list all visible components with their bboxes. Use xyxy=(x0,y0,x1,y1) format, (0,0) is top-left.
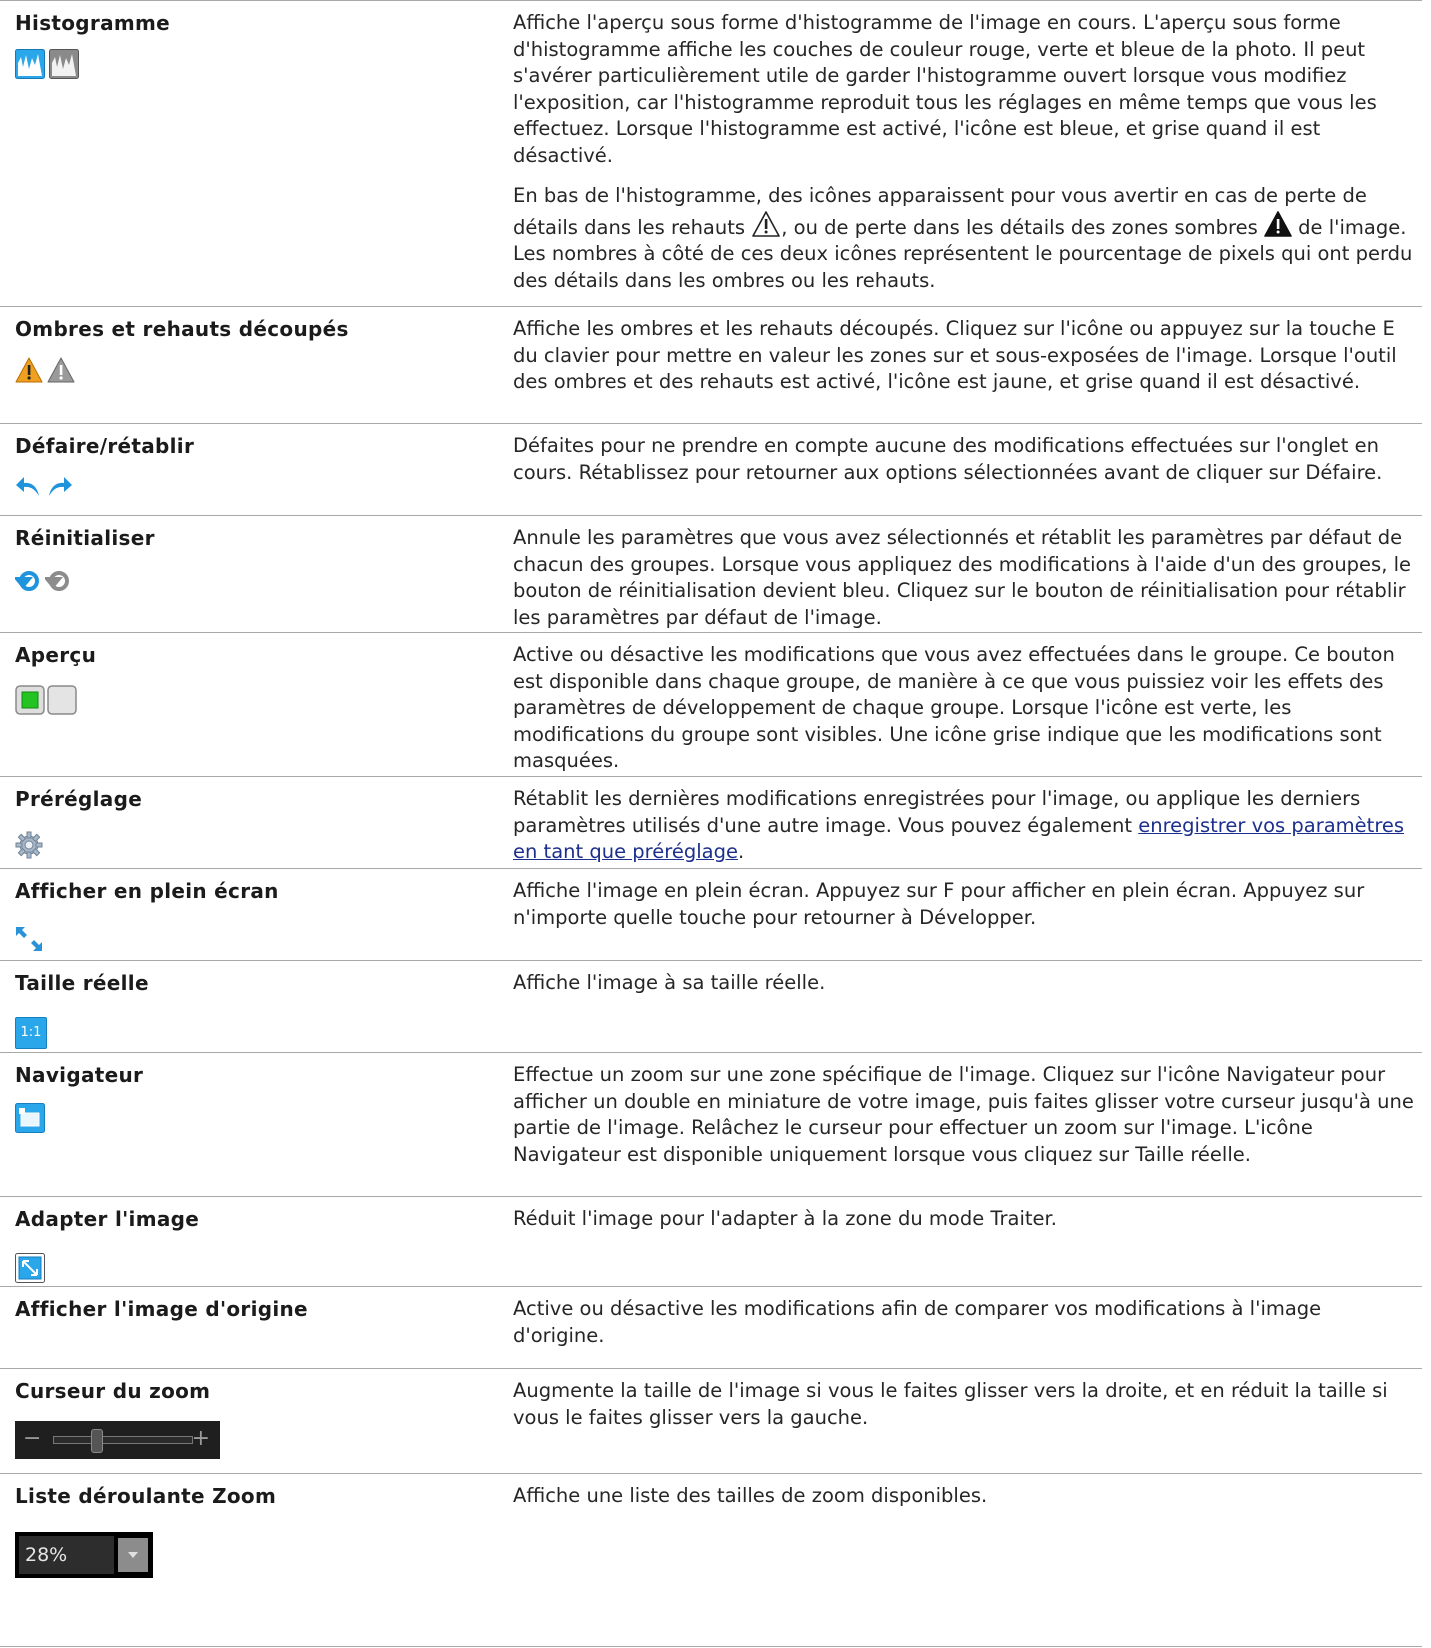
description-paragraph: Annule les paramètres que vous avez séle… xyxy=(513,526,1412,629)
histogram-off-icon[interactable] xyxy=(49,49,79,79)
description-paragraph: Affiche l'aperçu sous forme d'histogramm… xyxy=(513,11,1377,167)
feature-description: Affiche les ombres et les rehauts découp… xyxy=(513,316,1418,396)
table-row-defaire-retablir: Défaire/rétablir Défaites pour ne prendr… xyxy=(0,423,1422,516)
feature-icons: 1:1 xyxy=(15,1017,47,1049)
feature-description: Rétablit les dernières modifications enr… xyxy=(513,786,1418,866)
feature-name: Adapter l'image xyxy=(15,1207,200,1231)
zoom-dropdown[interactable]: 28% xyxy=(15,1532,153,1578)
feature-description: Réduit l'image pour l'adapter à la zone … xyxy=(513,1206,1418,1233)
feature-description: Affiche l'image en plein écran. Appuyez … xyxy=(513,878,1418,931)
feature-name: Navigateur xyxy=(15,1063,144,1087)
feature-name: Préréglage xyxy=(15,787,143,811)
warning-yellow-icon[interactable] xyxy=(15,357,43,383)
feature-description: Augmente la taille de l'image si vous le… xyxy=(513,1378,1418,1431)
feature-icons xyxy=(15,357,75,383)
feature-icons xyxy=(15,831,43,859)
zoom-slider-track[interactable] xyxy=(53,1436,193,1444)
feature-icons: − + xyxy=(15,1421,220,1459)
feature-icons xyxy=(15,926,43,952)
feature-description: Défaites pour ne prendre en compte aucun… xyxy=(513,433,1418,486)
zoom-slider-handle[interactable] xyxy=(91,1429,104,1453)
feature-name: Afficher en plein écran xyxy=(15,879,279,903)
zoom-in-icon[interactable]: + xyxy=(192,1428,210,1450)
feature-name: Curseur du zoom xyxy=(15,1379,211,1403)
table-row-navigateur: Navigateur Effectue un zoom sur une zone… xyxy=(0,1052,1422,1197)
description-paragraph: Augmente la taille de l'image si vous le… xyxy=(513,1379,1388,1429)
table-row-ombres-rehauts: Ombres et rehauts découpés Affiche les o… xyxy=(0,306,1422,424)
description-paragraph-2: En bas de l'histogramme, des icônes appa… xyxy=(513,183,1418,294)
feature-name: Ombres et rehauts découpés xyxy=(15,317,349,341)
feature-description: Annule les paramètres que vous avez séle… xyxy=(513,525,1418,631)
description-paragraph: Affiche une liste des tailles de zoom di… xyxy=(513,1484,988,1507)
highlight-warning-icon xyxy=(751,210,781,238)
actual-size-icon[interactable]: 1:1 xyxy=(15,1017,47,1049)
feature-description: Active ou désactive les modifications af… xyxy=(513,1296,1418,1349)
description-paragraph: Active ou désactive les modifications af… xyxy=(513,1297,1322,1347)
feature-description: Effectue un zoom sur une zone spécifique… xyxy=(513,1062,1418,1168)
feature-name: Afficher l'image d'origine xyxy=(15,1297,308,1321)
description-paragraph: Effectue un zoom sur une zone spécifique… xyxy=(513,1063,1414,1166)
table-row-prereglage: Préréglage Rétablit les dernières modifi… xyxy=(0,776,1422,869)
fit-image-icon[interactable] xyxy=(15,1253,45,1283)
feature-description: Affiche l'image à sa taille réelle. xyxy=(513,970,1418,997)
shadow-warning-icon xyxy=(1264,210,1292,238)
zoom-out-icon[interactable]: − xyxy=(23,1428,41,1450)
table-row-adapter-image: Adapter l'image Réduit l'image pour l'ad… xyxy=(0,1196,1422,1287)
feature-icons xyxy=(15,474,73,498)
description-paragraph: Réduit l'image pour l'adapter à la zone … xyxy=(513,1207,1057,1230)
preset-gear-icon[interactable] xyxy=(15,831,43,859)
dropdown-button[interactable] xyxy=(118,1538,148,1572)
description-paragraph: Affiche l'image à sa taille réelle. xyxy=(513,971,826,994)
description-paragraph: Affiche les ombres et les rehauts découp… xyxy=(513,317,1397,393)
feature-name: Histogramme xyxy=(15,11,171,35)
description-text: , ou de perte dans les détails des zones… xyxy=(781,215,1264,239)
table-row-apercu: Aperçu Active ou désactive les modificat… xyxy=(0,632,1422,777)
description-paragraph: Défaites pour ne prendre en compte aucun… xyxy=(513,434,1383,484)
table-row-plein-ecran: Afficher en plein écran Affiche l'image … xyxy=(0,868,1422,961)
feature-description: Affiche l'aperçu sous forme d'histogramm… xyxy=(513,10,1418,294)
description-paragraph: Rétablit les dernières modifications enr… xyxy=(513,786,1418,866)
feature-name: Défaire/rétablir xyxy=(15,434,195,458)
feature-icons xyxy=(15,1253,45,1283)
navigator-icon[interactable] xyxy=(15,1103,45,1133)
zoom-value-field[interactable]: 28% xyxy=(19,1536,114,1574)
zoom-slider[interactable]: − + xyxy=(15,1421,220,1459)
feature-name: Aperçu xyxy=(15,643,97,667)
table-row-liste-zoom: Liste déroulante Zoom 28% Affiche une li… xyxy=(0,1473,1422,1647)
histogram-on-icon[interactable] xyxy=(15,49,45,79)
feature-name: Taille réelle xyxy=(15,971,149,995)
table-row-histogramme: Histogramme Affiche l'aperçu sous forme … xyxy=(0,0,1422,307)
preview-on-icon[interactable] xyxy=(15,685,45,715)
description-paragraph: Active ou désactive les modifications qu… xyxy=(513,643,1395,772)
feature-name: Liste déroulante Zoom xyxy=(15,1484,277,1508)
fullscreen-icon[interactable] xyxy=(15,926,43,952)
feature-description: Affiche une liste des tailles de zoom di… xyxy=(513,1483,1418,1510)
warning-gray-icon[interactable] xyxy=(47,357,75,383)
chevron-down-icon xyxy=(128,1552,138,1558)
feature-name: Réinitialiser xyxy=(15,526,155,550)
feature-icons xyxy=(15,49,79,79)
description-paragraph: Affiche l'image en plein écran. Appuyez … xyxy=(513,879,1365,929)
feature-icons: 28% xyxy=(15,1532,153,1578)
reset-gray-icon[interactable] xyxy=(45,568,73,594)
feature-icons xyxy=(15,568,73,594)
table-row-taille-reelle: Taille réelle 1:1 Affiche l'image à sa t… xyxy=(0,960,1422,1053)
undo-icon[interactable] xyxy=(15,474,43,498)
redo-icon[interactable] xyxy=(45,474,73,498)
table-row-reinitialiser: Réinitialiser Annule les paramètres que … xyxy=(0,515,1422,633)
table-row-image-origine: Afficher l'image d'origine Active ou dés… xyxy=(0,1286,1422,1369)
table-row-curseur-zoom: Curseur du zoom − + Augmente la taille d… xyxy=(0,1368,1422,1474)
feature-description: Active ou désactive les modifications qu… xyxy=(513,642,1418,775)
feature-icons xyxy=(15,1103,45,1133)
preview-off-icon[interactable] xyxy=(47,685,77,715)
reset-blue-icon[interactable] xyxy=(15,568,43,594)
description-text: . xyxy=(737,840,745,863)
feature-icons xyxy=(15,685,77,715)
